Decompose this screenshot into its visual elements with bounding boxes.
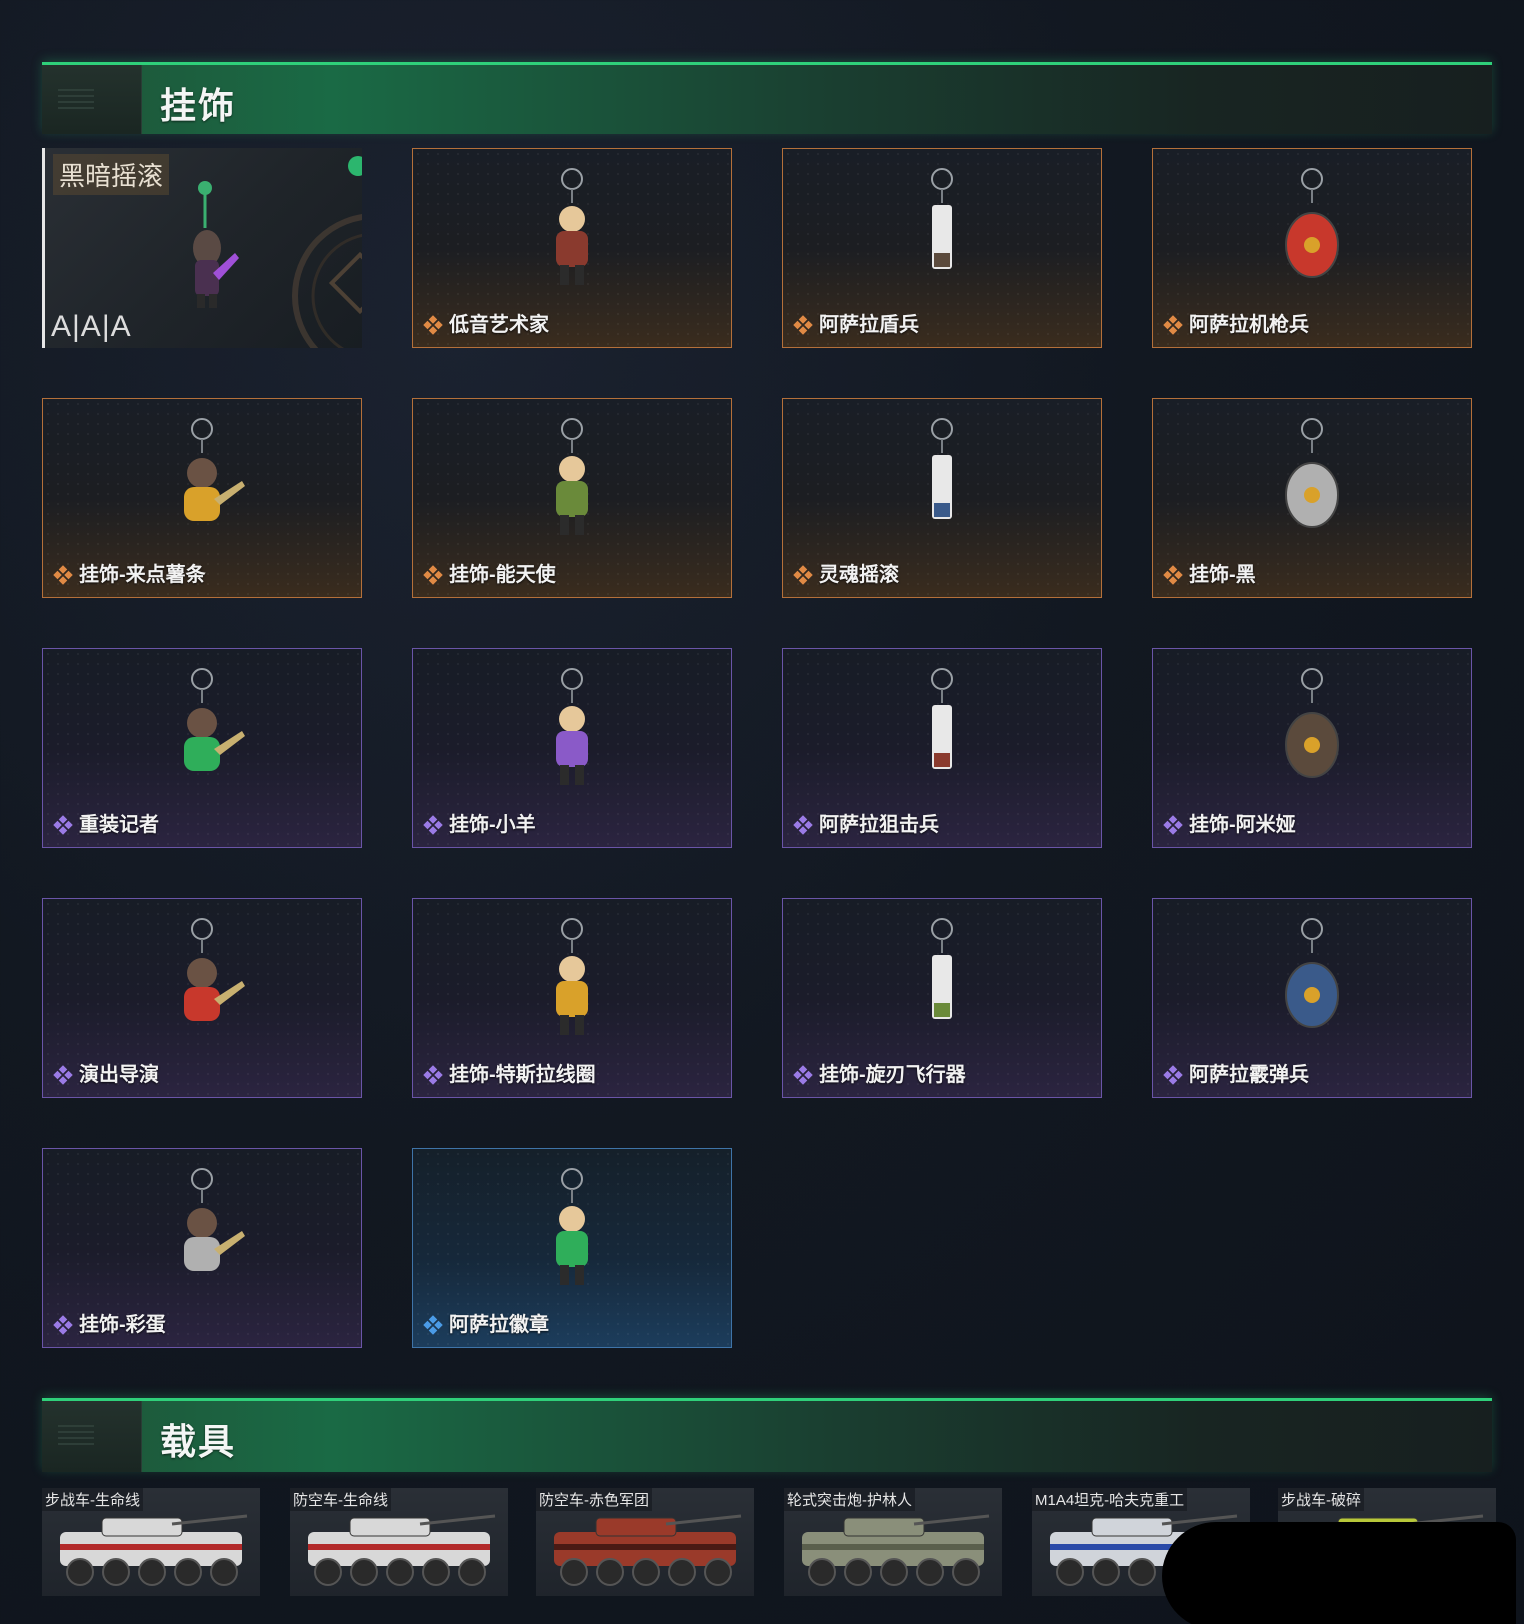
rarity-diamond-icon [423, 315, 443, 335]
charm-card-label: 阿萨拉机枪兵 [1189, 314, 1309, 336]
vehicle-thumbnail[interactable]: 轮式突击炮-护林人 [784, 1488, 1002, 1596]
charm-card[interactable]: 阿萨拉机枪兵 [1152, 148, 1472, 348]
vehicle-thumbnail[interactable]: 步战车-生命线 [42, 1488, 260, 1596]
charm-card-label: 演出导演 [79, 1064, 159, 1086]
vehicle-label: 轮式突击炮-护林人 [784, 1488, 915, 1511]
charm-figure-icon [556, 168, 588, 285]
charm-figure-icon [1285, 668, 1339, 778]
charm-card-label: 挂饰-能天使 [449, 564, 556, 586]
vehicle-label: 防空车-生命线 [290, 1488, 391, 1511]
header-stub-decoration [42, 1401, 142, 1472]
charm-figure-icon [556, 1168, 588, 1285]
charm-figure-icon [184, 918, 245, 1021]
charm-card[interactable]: 挂饰-小羊 [412, 648, 732, 848]
rarity-diamond-icon [793, 815, 813, 835]
charm-card[interactable]: 阿萨拉盾兵 [782, 148, 1102, 348]
vehicle-thumbnail[interactable]: 防空车-赤色军团 [536, 1488, 754, 1596]
charm-figure-icon [931, 668, 953, 769]
vehicle-icon [308, 1514, 496, 1586]
charm-figure-icon [1285, 918, 1339, 1028]
charm-card-label: 重装记者 [79, 814, 159, 836]
charm-figure-icon [184, 418, 245, 521]
charm-card[interactable]: 阿萨拉徽章 [412, 1148, 732, 1348]
charm-figure-icon [1285, 168, 1339, 278]
featured-brand-mark: A|A|A [51, 310, 132, 343]
charm-card[interactable]: 挂饰-旋刃飞行器 [782, 898, 1102, 1098]
charm-card-label: 阿萨拉狙击兵 [819, 814, 939, 836]
charm-figure-icon [184, 668, 245, 771]
charms-section-header: 挂饰 [42, 62, 1492, 134]
rarity-diamond-icon [53, 1315, 73, 1335]
charm-card[interactable]: 挂饰-阿米娅 [1152, 648, 1472, 848]
vehicle-icon [554, 1514, 742, 1586]
header-stub-decoration [42, 65, 142, 134]
rarity-diamond-icon [423, 1315, 443, 1335]
charm-card[interactable]: 挂饰-彩蛋 [42, 1148, 362, 1348]
charm-card-label: 灵魂摇滚 [819, 564, 899, 586]
charm-card[interactable]: 挂饰-能天使 [412, 398, 732, 598]
charm-card[interactable]: 挂饰-来点薯条 [42, 398, 362, 598]
charm-figure-icon [556, 668, 588, 785]
vehicles-section-header: 载具 [42, 1398, 1492, 1472]
charm-figure-icon [931, 418, 953, 519]
vehicles-section-title: 载具 [160, 1421, 237, 1462]
charm-card-label: 阿萨拉霰弹兵 [1189, 1064, 1309, 1086]
charm-card-label: 阿萨拉徽章 [449, 1314, 549, 1336]
charm-card[interactable]: 演出导演 [42, 898, 362, 1098]
charm-card-label: 挂饰-黑 [1189, 564, 1256, 586]
featured-charm-title: 黑暗摇滚 [53, 154, 170, 195]
rarity-diamond-icon [423, 565, 443, 585]
charm-card-label: 挂饰-小羊 [449, 814, 536, 836]
rarity-diamond-icon [793, 315, 813, 335]
charm-figure-icon [184, 1168, 245, 1271]
vehicle-label: 防空车-赤色军团 [536, 1488, 652, 1511]
charm-card-label: 低音艺术家 [449, 314, 549, 336]
charms-section-title: 挂饰 [160, 85, 237, 126]
charm-card[interactable]: 挂饰-特斯拉线圈 [412, 898, 732, 1098]
charm-card-label: 挂饰-旋刃飞行器 [819, 1064, 966, 1086]
charm-card[interactable]: 阿萨拉霰弹兵 [1152, 898, 1472, 1098]
vehicle-thumbnail[interactable]: 防空车-生命线 [290, 1488, 508, 1596]
rarity-diamond-icon [53, 1065, 73, 1085]
charm-card[interactable]: 挂饰-黑 [1152, 398, 1472, 598]
rarity-diamond-icon [423, 1065, 443, 1085]
vehicle-label: 步战车-生命线 [42, 1488, 143, 1511]
charm-card-label: 挂饰-来点薯条 [79, 564, 206, 586]
rarity-diamond-icon [53, 815, 73, 835]
charm-figure-icon [931, 168, 953, 269]
charm-figure-icon [556, 418, 588, 535]
charm-card-label: 挂饰-特斯拉线圈 [449, 1064, 596, 1086]
rarity-diamond-icon [1163, 815, 1183, 835]
rarity-diamond-icon [53, 565, 73, 585]
charm-card-label: 挂饰-彩蛋 [79, 1314, 166, 1336]
rarity-diamond-icon [793, 565, 813, 585]
charm-card-label: 阿萨拉盾兵 [819, 314, 919, 336]
charm-card[interactable]: 低音艺术家 [412, 148, 732, 348]
charm-figure-icon [1285, 418, 1339, 528]
rarity-diamond-icon [1163, 1065, 1183, 1085]
vehicle-label: 步战车-破碎 [1278, 1488, 1364, 1511]
redaction-mark [1162, 1522, 1516, 1624]
rarity-diamond-icon [1163, 565, 1183, 585]
charm-card[interactable]: 灵魂摇滚 [782, 398, 1102, 598]
charm-figure-icon [556, 918, 588, 1035]
rarity-diamond-icon [793, 1065, 813, 1085]
vehicle-icon [60, 1514, 248, 1586]
charm-card[interactable]: 阿萨拉狙击兵 [782, 648, 1102, 848]
vehicle-icon [802, 1514, 990, 1586]
vehicle-label: M1A4坦克-哈夫克重工 [1032, 1488, 1188, 1511]
featured-charm-card[interactable]: 黑暗摇滚 A|A|A [42, 148, 362, 348]
rarity-diamond-icon [423, 815, 443, 835]
charm-card-label: 挂饰-阿米娅 [1189, 814, 1296, 836]
charm-card[interactable]: 重装记者 [42, 648, 362, 848]
charm-figure-icon [931, 918, 953, 1019]
rarity-diamond-icon [1163, 315, 1183, 335]
